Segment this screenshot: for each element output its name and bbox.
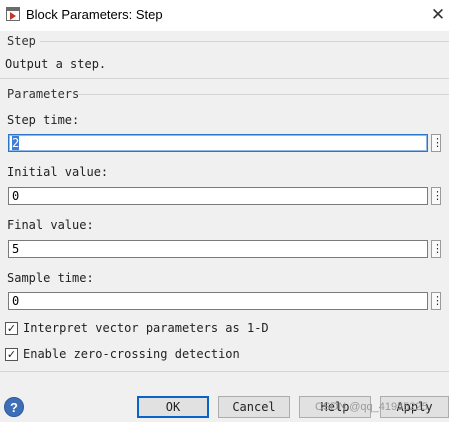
initial-value-label: Initial value:	[7, 165, 109, 179]
initial-value-value: 0	[12, 189, 20, 203]
step-time-value: 2	[12, 136, 20, 150]
parameters-group-legend: Parameters	[7, 87, 80, 101]
section-separator	[0, 78, 449, 79]
step-group-legend: Step	[7, 34, 36, 48]
sample-time-label: Sample time:	[7, 271, 94, 285]
final-value-label: Final value:	[7, 218, 94, 232]
final-value-value: 5	[12, 242, 20, 256]
ok-button[interactable]: OK	[137, 396, 209, 418]
footer-separator	[0, 371, 449, 372]
sample-time-input[interactable]: 0	[8, 292, 428, 310]
interpret-vector-label: Interpret vector parameters as 1-D	[23, 321, 269, 335]
final-value-more-button[interactable]: ⋮	[431, 240, 443, 258]
title-bar: Block Parameters: Step ✕	[0, 0, 449, 31]
sample-time-value: 0	[12, 294, 20, 308]
simulink-block-icon	[6, 7, 20, 21]
final-value-input[interactable]: 5	[8, 240, 428, 258]
step-time-label: Step time:	[7, 113, 80, 127]
sample-time-more-button[interactable]: ⋮	[431, 292, 443, 310]
csdn-watermark: CSDN @qq_41955225	[315, 401, 428, 413]
parameters-group-divider	[78, 94, 449, 95]
window-title: Block Parameters: Step	[26, 7, 163, 22]
close-button[interactable]: ✕	[426, 3, 449, 27]
initial-value-input[interactable]: 0	[8, 187, 428, 205]
initial-value-more-button[interactable]: ⋮	[431, 187, 443, 205]
step-time-more-button[interactable]: ⋮	[431, 134, 443, 152]
zero-crossing-label: Enable zero-crossing detection	[23, 347, 240, 361]
block-description: Output a step.	[5, 57, 107, 71]
cancel-button[interactable]: Cancel	[218, 396, 290, 418]
help-icon[interactable]: ?	[4, 397, 24, 417]
interpret-vector-checkbox[interactable]: ✓	[5, 322, 18, 335]
zero-crossing-checkbox[interactable]: ✓	[5, 348, 18, 361]
step-time-input[interactable]: 2	[8, 134, 428, 152]
step-group-divider	[40, 41, 449, 42]
